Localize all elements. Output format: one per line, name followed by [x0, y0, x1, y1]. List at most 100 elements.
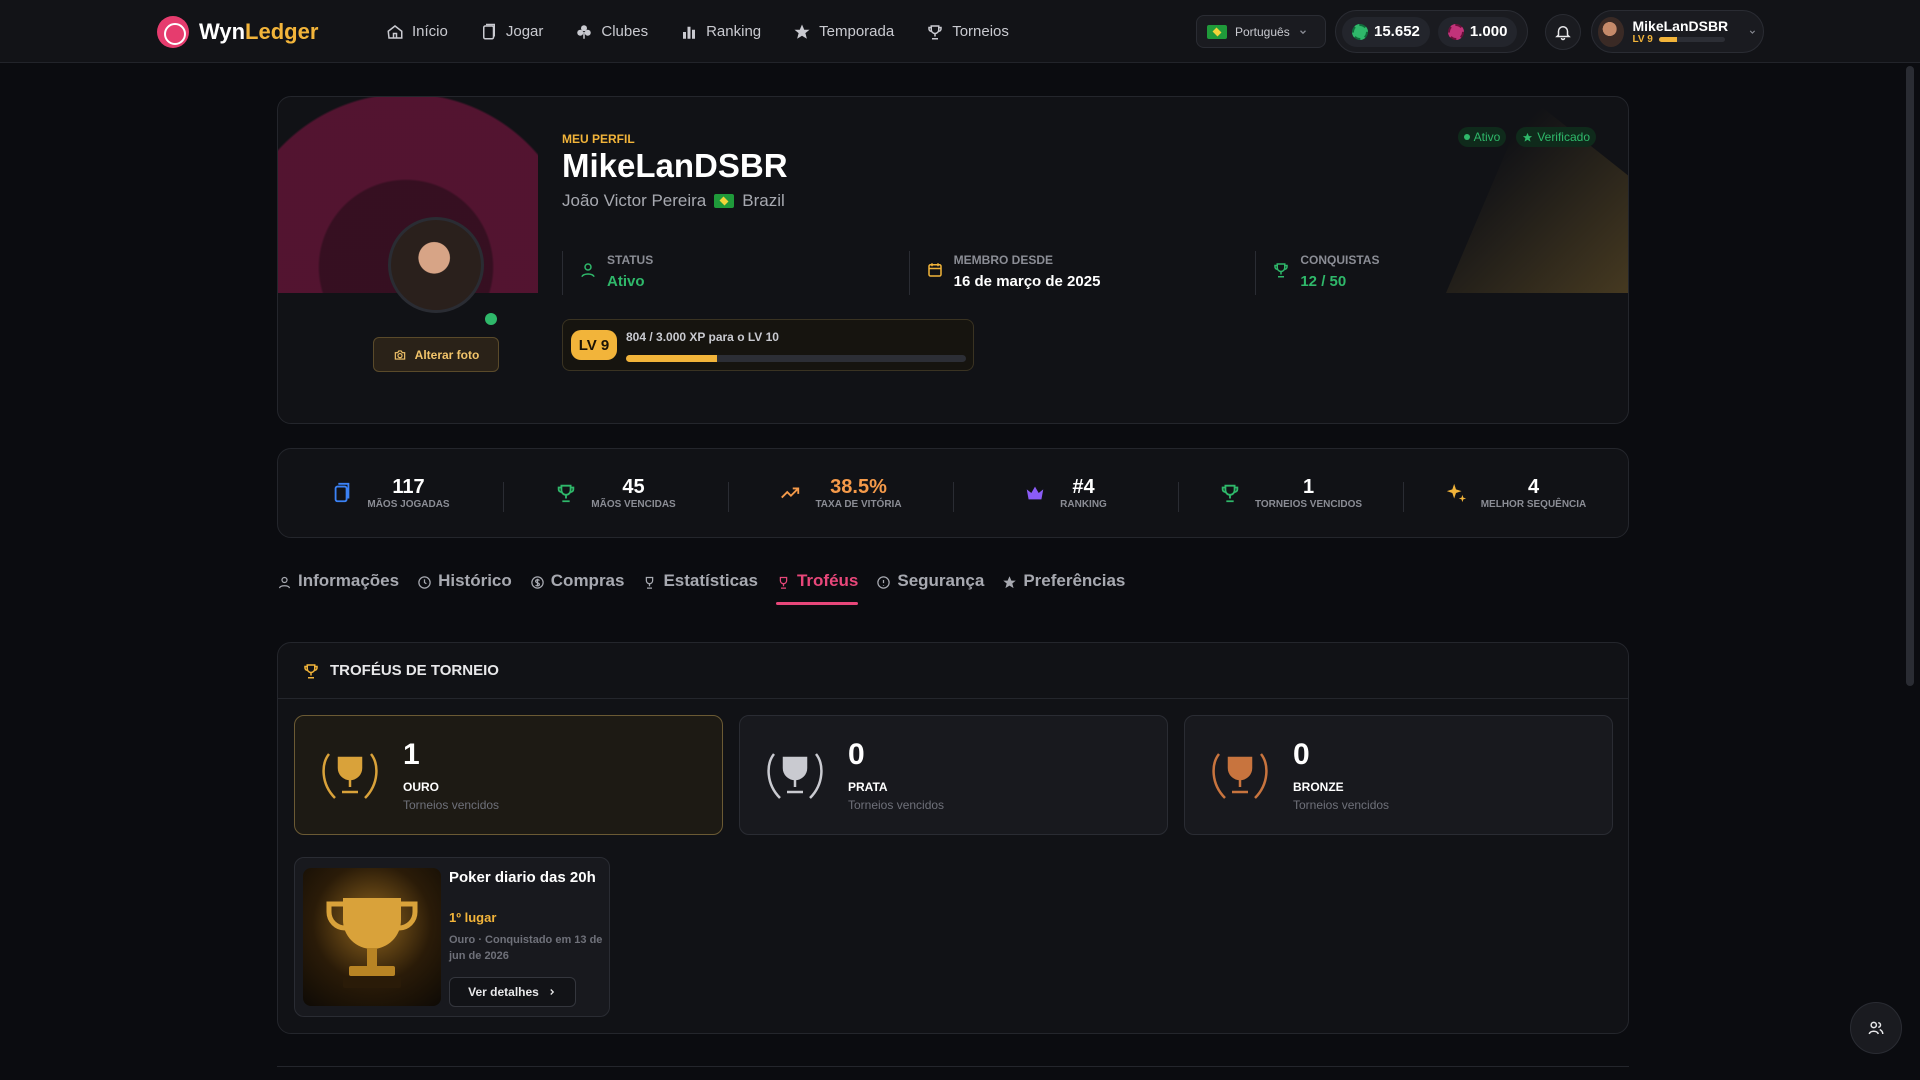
chevron-down-icon	[1749, 30, 1756, 34]
tab-compras[interactable]: Compras	[530, 565, 624, 605]
trophy-card-gold[interactable]: 1 OURO Torneios vencidos	[294, 715, 723, 835]
avatar	[1598, 16, 1625, 47]
trophy-icon	[646, 576, 654, 589]
stat-hands-played: 117 MÃOS JOGADAS	[278, 476, 503, 510]
cards-icon	[482, 23, 495, 39]
trend-up-icon	[781, 487, 800, 499]
trophy-icon	[928, 24, 942, 39]
user-menu[interactable]: MikeLanDSBR LV 9	[1591, 10, 1764, 53]
bar-chart-icon	[683, 26, 696, 39]
view-details-button[interactable]: Ver detalhes	[449, 977, 576, 1007]
dot-icon	[1463, 134, 1470, 140]
chevron-right-icon	[550, 989, 554, 995]
bell-icon	[1555, 26, 1571, 41]
wallet[interactable]: 15.652 1.000	[1335, 10, 1528, 53]
tournament-trophies-panel: TROFÉUS DE TORNEIO 1 OURO Torneios venci…	[277, 642, 1629, 1034]
trophy-icon	[1274, 263, 1289, 278]
clock-icon	[418, 576, 431, 589]
crown-icon	[1026, 486, 1044, 500]
tab-informacoes[interactable]: Informações	[277, 565, 399, 605]
nav-ranking[interactable]: Ranking	[680, 23, 761, 41]
pink-chip-icon	[1447, 23, 1464, 40]
logo-icon	[157, 16, 189, 48]
stat-hands-won: 45 MÃOS VENCIDAS	[503, 476, 728, 512]
bronze-laurel-trophy-icon	[1212, 753, 1268, 799]
tab-estatisticas[interactable]: Estatísticas	[642, 565, 758, 605]
star-icon	[1523, 132, 1533, 142]
brazil-flag-icon	[714, 194, 735, 208]
stat-status: STATUS Ativo	[562, 251, 909, 295]
stat-achievements: CONQUISTAS 12 / 50	[1255, 251, 1602, 295]
chevron-down-icon	[1299, 29, 1306, 34]
trophy-event-card: Poker diario das 20h 1º lugar Ouro · Con…	[294, 857, 610, 1017]
trophy-card-silver[interactable]: 0 PRATA Torneios vencidos	[739, 715, 1168, 835]
profile-badges: Ativo Verificado	[1457, 127, 1596, 147]
nav-clubes[interactable]: Clubes	[575, 23, 648, 41]
xp-text: 804 / 3.000 XP para o LV 10	[626, 330, 779, 344]
calendar-icon	[927, 263, 942, 277]
profile-subtitle: João Victor Pereira Brazil	[562, 191, 785, 211]
star-icon	[794, 24, 810, 39]
xp-fill	[626, 355, 718, 362]
profile-country: Brazil	[742, 191, 785, 210]
divider	[277, 1066, 1629, 1067]
panel-header: TROFÉUS DE TORNEIO	[278, 643, 1628, 699]
nav-inicio[interactable]: Início	[386, 23, 448, 41]
level-chip: LV 9	[571, 330, 617, 360]
sparkle-icon	[1446, 483, 1466, 503]
panel-title: TROFÉUS DE TORNEIO	[330, 662, 499, 679]
xp-bar	[626, 355, 966, 362]
event-placement: 1º lugar	[449, 910, 497, 925]
profile-username: MikeLanDSBR	[562, 147, 788, 184]
nav-torneios[interactable]: Torneios	[926, 23, 1009, 41]
user-level: LV 9	[1632, 34, 1653, 45]
tab-seguranca[interactable]: Segurança	[876, 565, 984, 605]
silver-laurel-trophy-icon	[767, 753, 823, 799]
trophy-icon	[1221, 484, 1239, 503]
tab-historico[interactable]: Histórico	[417, 565, 512, 605]
green-chip-icon	[1352, 23, 1368, 40]
status-badge: Ativo	[1457, 127, 1507, 147]
friends-button[interactable]	[1850, 1002, 1902, 1054]
profile-tabs: Informações Histórico Compras Estatístic…	[277, 565, 1125, 605]
verified-badge: Verificado	[1516, 127, 1596, 147]
nav-jogar[interactable]: Jogar	[480, 23, 543, 41]
brand-name: WynLedger	[199, 19, 319, 44]
change-photo-button[interactable]: Alterar foto	[373, 337, 499, 372]
star-icon	[1003, 576, 1017, 589]
language-select[interactable]: Português	[1196, 15, 1326, 48]
main-nav: Início Jogar Clubes Ranking Temporada To…	[386, 0, 1009, 63]
user-xp-bar	[1658, 37, 1725, 42]
tab-preferencias[interactable]: Preferências	[1002, 565, 1125, 605]
club-icon	[577, 24, 592, 39]
camera-icon	[394, 349, 405, 360]
brand-logo[interactable]: WynLedger	[157, 16, 318, 48]
cards-icon	[335, 482, 350, 503]
stat-best-streak: 4 MELHOR SEQUÊNCIA	[1403, 476, 1628, 512]
gems-balance[interactable]: 1.000	[1437, 16, 1518, 47]
trophy-card-bronze[interactable]: 0 BRONZE Torneios vencidos	[1184, 715, 1613, 835]
nav-temporada[interactable]: Temporada	[793, 23, 894, 41]
stat-ranking: #4 RANKING	[953, 476, 1178, 512]
golden-cup-icon	[326, 898, 418, 988]
info-icon	[877, 576, 891, 589]
notifications-button[interactable]	[1545, 14, 1581, 50]
summary-stats: 117 MÃOS JOGADAS 45 MÃOS VENCIDAS 38.5% TAX…	[277, 448, 1629, 538]
chips-balance[interactable]: 15.652	[1342, 16, 1430, 47]
dollar-icon	[531, 576, 544, 589]
trophy-icon	[558, 484, 575, 503]
user-xp-fill	[1658, 37, 1677, 42]
users-icon	[1868, 1021, 1884, 1035]
scrollbar[interactable]	[1906, 66, 1914, 686]
brazil-flag-icon	[1207, 24, 1227, 39]
trophy-icon	[779, 576, 788, 589]
profile-full-name: João Victor Pereira	[562, 191, 707, 210]
event-description: Ouro · Conquistado em 13 de jun de 2026	[449, 934, 603, 962]
profile-eyebrow: MEU PERFIL	[562, 132, 635, 146]
stat-win-rate: 38.5% TAXA DE VITÓRIA	[728, 476, 953, 512]
tab-trofeus[interactable]: Troféus	[775, 565, 859, 605]
top-bar: WynLedger Início Jogar Clubes Ranking Te…	[0, 0, 1920, 63]
profile-avatar	[388, 217, 484, 313]
event-title: Poker diario das 20h	[449, 869, 596, 886]
user-icon	[278, 576, 291, 589]
